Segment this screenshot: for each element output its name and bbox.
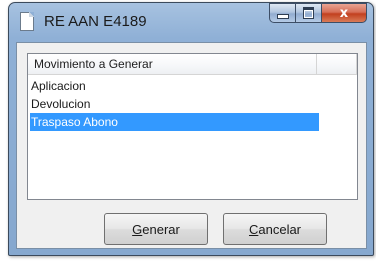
minimize-icon [276, 14, 289, 19]
column-header-movimiento[interactable]: Movimiento a Generar [28, 54, 317, 74]
dialog-window: RE AAN E4189 x Movimiento a Generar Apli… [8, 2, 374, 256]
title-bar[interactable]: RE AAN E4189 x [9, 3, 373, 41]
listview-rows: Aplicacion Devolucion Traspaso Abono [30, 77, 355, 131]
cancelar-label: ancelar [258, 221, 302, 237]
caption-buttons: x [269, 3, 367, 23]
cancelar-button[interactable]: Cancelar [223, 213, 327, 245]
column-header-blank[interactable] [317, 54, 357, 74]
movement-listview[interactable]: Movimiento a Generar Aplicacion Devoluci… [27, 53, 358, 200]
cancelar-accelerator: C [248, 221, 259, 237]
list-item-devolucion[interactable]: Devolucion [30, 95, 355, 113]
maximize-button[interactable] [296, 3, 322, 23]
listview-header: Movimiento a Generar [28, 54, 357, 75]
list-item-traspaso-abono[interactable]: Traspaso Abono [30, 113, 319, 131]
close-icon: x [339, 5, 349, 21]
document-icon [20, 12, 34, 31]
generar-accelerator: G [132, 221, 143, 237]
close-button[interactable]: x [322, 3, 367, 23]
minimize-button[interactable] [269, 3, 296, 23]
generar-button[interactable]: Generar [104, 213, 208, 245]
list-item-aplicacion[interactable]: Aplicacion [30, 77, 355, 95]
window-title: RE AAN E4189 [44, 13, 147, 30]
generar-label: enerar [142, 221, 180, 237]
maximize-icon [303, 7, 314, 19]
dialog-client-area: Movimiento a Generar Aplicacion Devoluci… [16, 42, 367, 249]
